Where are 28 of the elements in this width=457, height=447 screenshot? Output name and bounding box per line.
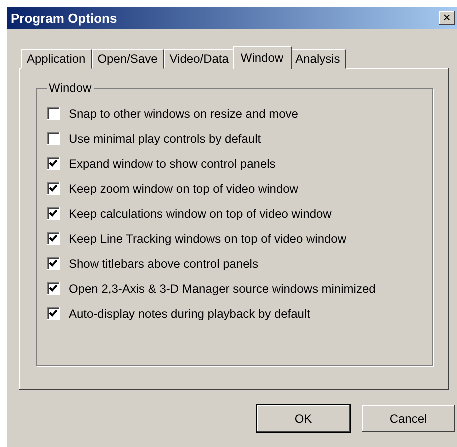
checkbox-label[interactable]: Keep Line Tracking windows on top of video window xyxy=(69,232,346,246)
checkbox[interactable] xyxy=(47,132,60,145)
cancel-button[interactable]: Cancel xyxy=(362,405,455,432)
tab[interactable]: Window xyxy=(232,46,292,69)
tab[interactable]: Video/Data xyxy=(164,49,235,69)
checkbox-label[interactable]: Keep zoom window on top of video window xyxy=(69,182,298,196)
ok-button[interactable]: OK xyxy=(257,405,350,432)
checkbox[interactable] xyxy=(47,157,60,170)
group-title: Window xyxy=(48,81,93,95)
checkbox[interactable] xyxy=(47,182,60,195)
checkbox-label[interactable]: Use minimal play controls by default xyxy=(69,132,262,146)
window-title: Program Options xyxy=(11,10,118,26)
checkbox[interactable] xyxy=(47,207,60,220)
checkbox-label[interactable]: Snap to other windows on resize and move xyxy=(69,106,298,120)
checkbox-label[interactable]: Auto-display notes during playback by default xyxy=(69,306,310,320)
checkbox[interactable] xyxy=(47,107,60,120)
checkbox[interactable] xyxy=(47,257,60,270)
tab[interactable]: Analysis xyxy=(290,49,346,69)
checkbox-label[interactable]: Show titlebars above control panels xyxy=(69,256,258,270)
checkbox[interactable] xyxy=(47,232,60,245)
tab[interactable]: Application xyxy=(21,49,92,69)
checkbox-label[interactable]: Keep calculations window on top of video window xyxy=(69,206,332,220)
checkbox-label[interactable]: Open 2,3-Axis & 3-D Manager source windows minimized xyxy=(69,282,376,296)
close-button[interactable]: × xyxy=(439,11,455,25)
checkbox-label[interactable]: Expand window to show control panels xyxy=(69,156,276,170)
checkbox[interactable] xyxy=(47,307,60,320)
tab[interactable]: Open/Save xyxy=(92,49,164,69)
checkbox[interactable] xyxy=(47,282,60,295)
